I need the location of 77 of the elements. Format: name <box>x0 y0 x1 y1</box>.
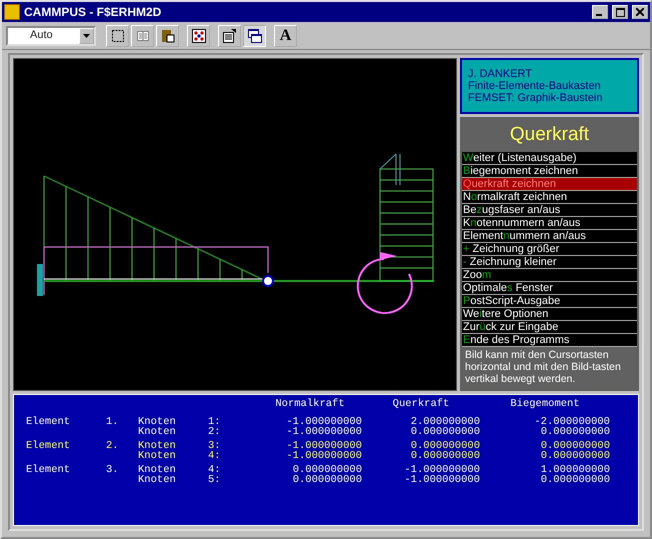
value-cell-text: 0.000000000 <box>540 475 610 485</box>
node-number: 2: <box>208 427 222 437</box>
menu-item[interactable]: Weitere Optionen <box>462 308 637 320</box>
value-cell-text: 0.000000000 <box>410 441 480 451</box>
value-cell-text: 2.000000000 <box>410 417 480 427</box>
value-cell-text: 0.000000000 <box>292 475 362 485</box>
value-cell-text: -1.000000000 <box>285 441 362 451</box>
node-label: Knoten <box>138 427 177 437</box>
value-cell-text: 1.000000000 <box>540 465 610 475</box>
node-number: 5: <box>208 475 222 485</box>
maximize-button[interactable] <box>612 5 628 19</box>
value-cell-text: -1.000000000 <box>403 475 480 485</box>
window-title: CAMMPUS - F$ERHM2D <box>24 4 162 21</box>
node-label: Knoten <box>138 417 177 427</box>
close-button[interactable] <box>632 5 648 19</box>
menu-item[interactable]: - Zeichnung kleiner <box>462 256 637 268</box>
menu-item[interactable]: Normalkraft zeichnen <box>462 190 637 204</box>
properties-icon <box>222 28 238 44</box>
columns-button[interactable] <box>131 24 154 46</box>
windows-button[interactable] <box>243 24 266 46</box>
menu-item[interactable]: Knotennummern an/aus <box>462 216 637 230</box>
value-cell-text: 0.000000000 <box>540 427 610 437</box>
value-cell-text: -1.000000000 <box>285 427 362 437</box>
element-label: Element <box>26 417 72 427</box>
maximize-icon <box>616 8 624 16</box>
value-cell-text: 0.000000000 <box>540 451 610 461</box>
clipboard-icon <box>160 28 176 44</box>
palette-icon <box>190 28 206 44</box>
minimize-button[interactable] <box>592 5 608 19</box>
column-header: Biegemoment <box>509 399 581 412</box>
windows-icon <box>246 28 262 44</box>
value-cell-text: 0.000000000 <box>540 441 610 451</box>
value-cell-text: 0.000000000 <box>410 427 480 437</box>
dropdown-arrow-icon <box>83 34 90 38</box>
hint-text: Bild kann mit den Cursortasten horizontal und mit den Bild-tasten vertikal bewegt werden. <box>462 346 637 389</box>
menu-item[interactable]: Weiter (Listenausgabe) <box>462 152 637 164</box>
menu-item[interactable]: PostScript-Ausgabe <box>462 294 637 308</box>
close-icon <box>636 8 644 16</box>
zoom-select[interactable]: Auto <box>6 26 96 46</box>
menu-item[interactable]: Zurück zur Eingabe <box>462 320 637 334</box>
element-number: 3. <box>106 465 120 475</box>
font-button[interactable]: A <box>274 24 297 46</box>
value-cell-text: 0.000000000 <box>292 465 362 475</box>
info-text: J. DANKERT <box>468 68 533 80</box>
select-button[interactable] <box>106 24 129 46</box>
value-cell-text: -1.000000000 <box>285 417 362 427</box>
node-label: Knoten <box>138 475 177 485</box>
column-header: Normalkraft <box>274 399 346 412</box>
menu-item[interactable]: + Zeichnung größer <box>462 242 637 256</box>
value-cell-text: -2.000000000 <box>533 417 610 427</box>
paste-button[interactable] <box>156 24 179 46</box>
menu-item[interactable]: Elementnummern an/aus <box>462 230 637 242</box>
element-number: 1. <box>106 417 120 427</box>
palette-button[interactable] <box>187 24 210 46</box>
menu-item[interactable]: Optimales Fenster <box>462 282 637 294</box>
app-icon <box>4 4 20 20</box>
node-label: Knoten <box>138 441 177 451</box>
element-label: Element <box>26 441 72 451</box>
node-label: Knoten <box>138 465 177 475</box>
element-number: 2. <box>106 441 120 451</box>
menu-item[interactable]: Zoom <box>462 268 637 282</box>
column-header: Querkraft <box>392 399 450 412</box>
node-number: 4: <box>208 451 222 461</box>
value-cell-text: 0.000000000 <box>410 451 480 461</box>
element-label: Element <box>26 465 72 475</box>
value-cell-text: -1.000000000 <box>285 451 362 461</box>
info-text: FEMSET: Graphik-Baustein <box>468 92 604 104</box>
value-cell-text: -1.000000000 <box>403 465 480 475</box>
node-label: Knoten <box>138 451 177 461</box>
node-number: 3: <box>208 441 222 451</box>
select-icon <box>110 28 126 44</box>
properties-button[interactable] <box>218 24 241 46</box>
info-text: Finite-Elemente-Baukasten <box>468 80 602 92</box>
node-number: 1: <box>208 417 222 427</box>
node-number: 4: <box>208 465 222 475</box>
menu-title: Querkraft <box>462 119 637 152</box>
menu-item[interactable]: Bezugsfaser an/aus <box>462 204 637 216</box>
